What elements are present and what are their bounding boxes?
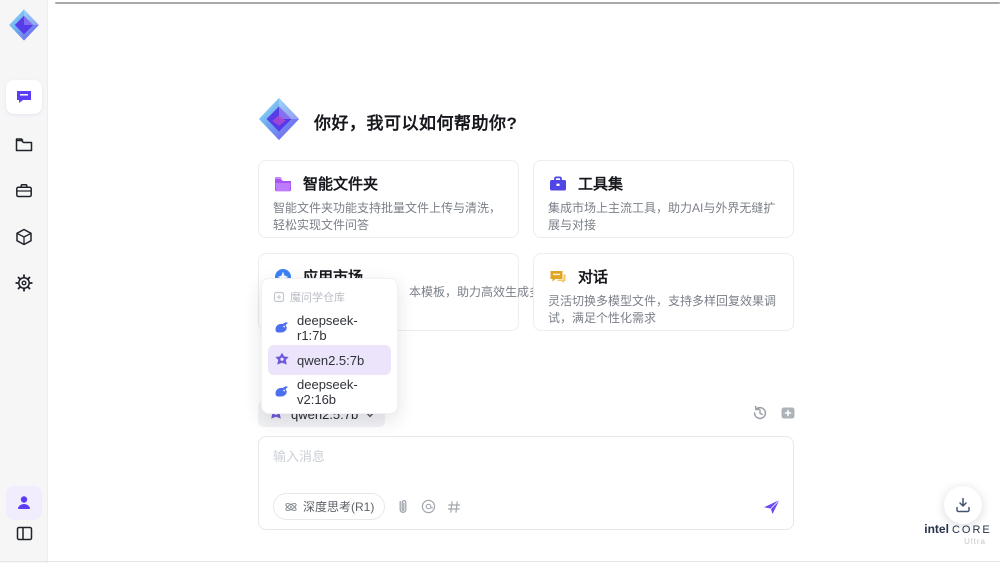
repo-label: 魔问学仓库 bbox=[290, 292, 345, 304]
message-input[interactable] bbox=[273, 445, 753, 467]
hash-button[interactable] bbox=[447, 500, 461, 514]
card-title: 对话 bbox=[578, 269, 609, 286]
download-button[interactable] bbox=[944, 486, 982, 524]
card-title: 智能文件夹 bbox=[303, 176, 379, 193]
card-title: 工具集 bbox=[578, 176, 624, 193]
model-option-label: qwen2.5:7b bbox=[297, 352, 365, 368]
repo-icon bbox=[273, 291, 285, 303]
sidebar-item-toolbox[interactable] bbox=[6, 174, 42, 208]
qwen-icon bbox=[275, 352, 289, 365]
dialogue-icon bbox=[550, 270, 566, 283]
intel-logo-text: intel bbox=[924, 522, 949, 536]
panel-layout-icon bbox=[16, 526, 32, 540]
app-logo-icon bbox=[7, 8, 41, 42]
message-composer: 深度思考(R1) bbox=[258, 436, 794, 530]
attach-button[interactable] bbox=[396, 499, 410, 514]
card-desc: 灵活切换多模型文件，支持多样回复效果调试，满足个性化需求 bbox=[548, 294, 777, 326]
toolset-icon bbox=[550, 176, 566, 190]
model-option-qwen[interactable]: qwen2.5:7b bbox=[268, 345, 391, 375]
model-option-deepseek-r1[interactable]: deepseek-r1:7b bbox=[268, 313, 391, 343]
model-option-label: deepseek-v2:16b bbox=[297, 377, 358, 407]
model-dropdown: 魔问学仓库 deepseek-r1:7b qwen2.5:7b deepseek… bbox=[261, 278, 398, 414]
composer-top-icons bbox=[752, 405, 796, 421]
sidebar-item-chat[interactable] bbox=[6, 80, 42, 114]
paperclip-icon bbox=[399, 500, 407, 513]
deepthink-icon bbox=[285, 502, 297, 511]
sidebar-item-account[interactable] bbox=[6, 486, 42, 520]
card-toolset[interactable]: 工具集 集成市场上主流工具，助力AI与外界无缝扩展与对接 bbox=[533, 160, 794, 238]
deepthink-toggle[interactable]: 深度思考(R1) bbox=[273, 493, 386, 520]
card-smart-folder[interactable]: 智能文件夹 智能文件夹功能支持批量文件上传与清洗，轻松实现文件问答 bbox=[258, 160, 519, 238]
core-logo-text: CORE bbox=[951, 524, 992, 536]
smart-folder-icon bbox=[275, 176, 291, 191]
deepseek-icon bbox=[275, 386, 288, 397]
briefcase-icon bbox=[16, 183, 32, 198]
card-desc: 智能文件夹功能支持批量文件上传与清洗，轻松实现文件问答 bbox=[273, 201, 502, 233]
history-icon[interactable] bbox=[752, 405, 768, 421]
at-circle-icon bbox=[422, 499, 436, 514]
deepthink-label: 深度思考(R1) bbox=[303, 500, 375, 514]
sidebar-item-folders[interactable] bbox=[6, 128, 42, 162]
model-repo-header: 魔问学仓库 bbox=[268, 285, 391, 311]
download-icon bbox=[956, 497, 970, 513]
new-chat-icon[interactable] bbox=[780, 405, 796, 421]
ultra-logo-text: Ultra bbox=[964, 536, 986, 546]
cube-icon bbox=[16, 228, 32, 246]
bottom-divider bbox=[0, 561, 1000, 562]
deepseek-icon bbox=[275, 322, 288, 333]
greeting-logo-icon bbox=[256, 96, 302, 142]
intel-core-badge: intel CORE Ultra bbox=[922, 523, 994, 546]
sidebar-item-panel-toggle[interactable] bbox=[6, 516, 42, 550]
chat-icon bbox=[17, 91, 31, 103]
model-option-deepseek-v2[interactable]: deepseek-v2:16b bbox=[268, 377, 391, 407]
composer-toolbar: 深度思考(R1) bbox=[273, 493, 781, 520]
hash-icon bbox=[448, 500, 461, 513]
gear-icon bbox=[15, 274, 33, 292]
card-desc: 集成市场上主流工具，助力AI与外界无缝扩展与对接 bbox=[548, 201, 776, 233]
app-window: 你好，我可以如何帮助你? 智能文件夹 智能文件夹功能支持批量文件上传与清洗，轻松… bbox=[0, 0, 1000, 563]
folder-icon bbox=[15, 138, 33, 152]
card-dialogue[interactable]: 对话 灵活切换多模型文件，支持多样回复效果调试，满足个性化需求 bbox=[533, 253, 794, 331]
send-button[interactable] bbox=[763, 499, 781, 515]
sidebar-item-settings[interactable] bbox=[6, 266, 42, 300]
greeting-title: 你好，我可以如何帮助你? bbox=[314, 114, 518, 133]
mention-button[interactable] bbox=[421, 499, 436, 514]
sidebar-item-apps[interactable] bbox=[6, 220, 42, 254]
card-desc-partial: 本模板，助力高效生成多 bbox=[409, 285, 542, 299]
model-option-label: deepseek-r1:7b bbox=[297, 313, 358, 343]
user-icon bbox=[18, 496, 30, 509]
sidebar bbox=[0, 0, 48, 563]
send-icon bbox=[764, 499, 780, 514]
top-divider bbox=[55, 2, 1000, 4]
